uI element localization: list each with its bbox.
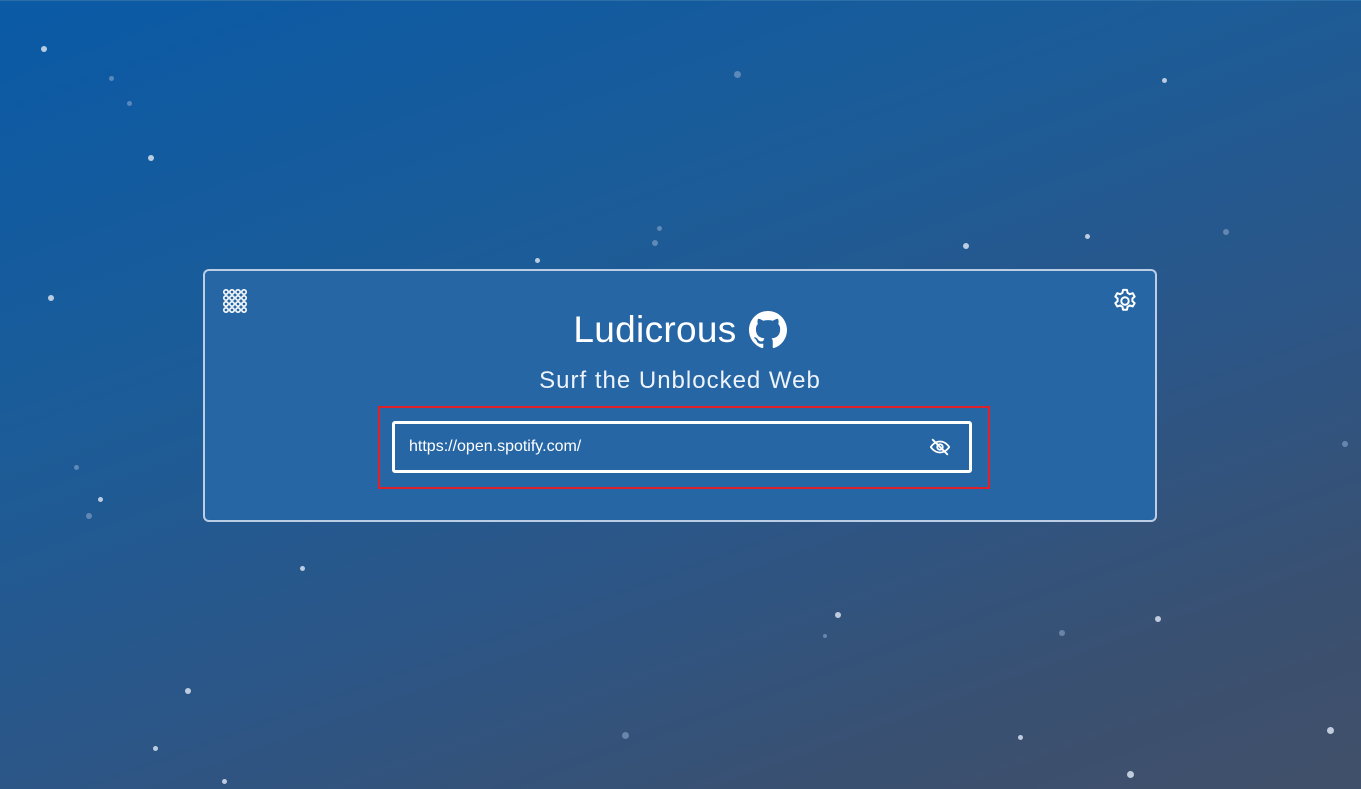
- star: [1059, 630, 1065, 636]
- star: [300, 566, 305, 571]
- star: [185, 688, 191, 694]
- title-row: Ludicrous: [205, 309, 1155, 351]
- star: [74, 465, 79, 470]
- star: [835, 612, 841, 618]
- star: [86, 513, 92, 519]
- star: [1162, 78, 1167, 83]
- star: [153, 746, 158, 751]
- star: [823, 634, 827, 638]
- star: [535, 258, 540, 263]
- star: [1085, 234, 1090, 239]
- star: [127, 101, 132, 106]
- star: [109, 76, 114, 81]
- star: [652, 240, 658, 246]
- star: [1327, 727, 1334, 734]
- app-title: Ludicrous: [573, 309, 737, 350]
- star: [963, 243, 969, 249]
- eye-off-icon[interactable]: [929, 436, 951, 458]
- app-subtitle: Surf the Unblocked Web: [539, 367, 821, 394]
- star: [1127, 771, 1134, 778]
- star: [1223, 229, 1229, 235]
- star: [1342, 441, 1348, 447]
- star: [734, 71, 741, 78]
- star: [222, 779, 227, 784]
- star: [622, 732, 629, 739]
- top-border: [0, 0, 1361, 1]
- github-icon[interactable]: [748, 311, 787, 349]
- star: [657, 226, 662, 231]
- star: [41, 46, 47, 52]
- url-field: [392, 421, 972, 473]
- star: [148, 155, 154, 161]
- star: [1155, 616, 1161, 622]
- star: [48, 295, 54, 301]
- url-input[interactable]: [395, 424, 929, 470]
- star: [1018, 735, 1023, 740]
- star: [98, 497, 103, 502]
